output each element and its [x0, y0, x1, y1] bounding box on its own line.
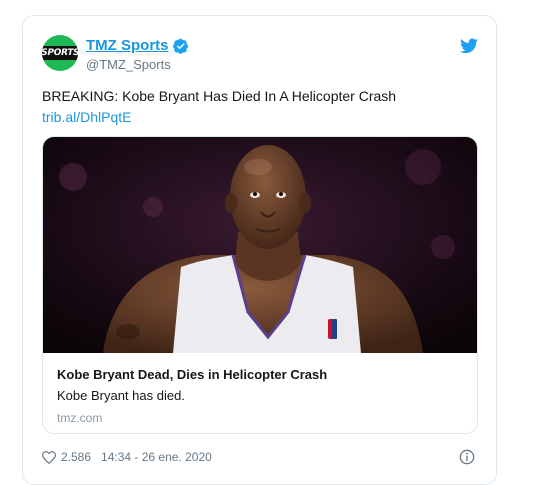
tweet-card: SPORTS TMZ Sports @TMZ_Sports BREAKING: … — [22, 15, 497, 485]
preview-description: Kobe Bryant has died. — [57, 388, 185, 403]
info-icon[interactable] — [459, 449, 475, 465]
preview-domain: tmz.com — [57, 411, 103, 425]
tweet-link[interactable]: trib.al/DhlPqtE — [42, 109, 131, 125]
account-name[interactable]: TMZ Sports — [86, 37, 169, 54]
preview-title: Kobe Bryant Dead, Dies in Helicopter Cra… — [57, 367, 328, 382]
verified-icon — [173, 38, 188, 54]
account-handle[interactable]: @TMZ_Sports — [86, 57, 171, 72]
link-preview-card[interactable]: Kobe Bryant Dead, Dies in Helicopter Cra… — [42, 136, 478, 434]
tweet-text: BREAKING: Kobe Bryant Has Died In A Heli… — [42, 88, 397, 104]
avatar[interactable]: SPORTS — [42, 35, 78, 71]
avatar-logo: SPORTS — [42, 46, 78, 60]
preview-photo — [43, 137, 477, 353]
twitter-bird-icon[interactable] — [460, 38, 478, 54]
